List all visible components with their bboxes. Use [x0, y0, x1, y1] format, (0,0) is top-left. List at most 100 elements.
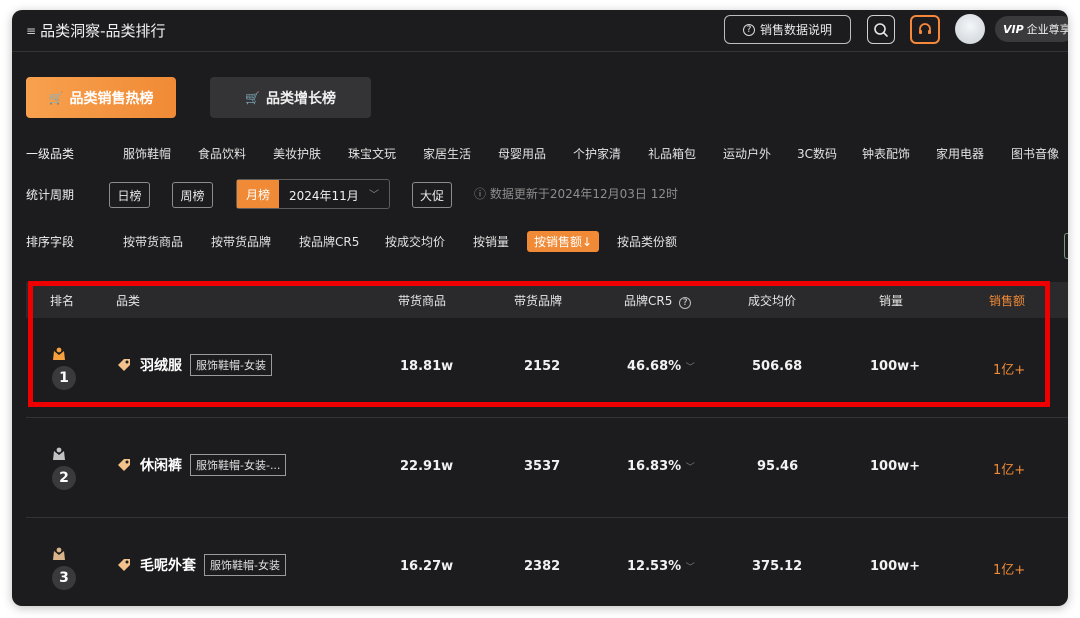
table-row[interactable]: 1 羽绒服 服饰鞋帽-女装 18.81w 2152 46.68% ﹀ 506.6…: [26, 318, 1068, 418]
column-header-volume[interactable]: 销量: [879, 292, 903, 309]
month-select[interactable]: 2024年11月: [289, 187, 359, 204]
chevron-down-icon: ﹀: [685, 363, 695, 373]
sort-option[interactable]: 按品类份额: [617, 233, 677, 250]
menu-icon[interactable]: ≡: [26, 24, 36, 38]
period-month-button[interactable]: 月榜: [237, 180, 279, 208]
category-name[interactable]: 休闲裤: [140, 455, 182, 475]
page-title-text: 品类洞察-品类排行: [40, 22, 166, 40]
chevron-down-icon[interactable]: ﹀: [369, 186, 379, 201]
brand-cr5-value: 46.68%: [627, 359, 682, 374]
sort-option[interactable]: 按带货商品: [123, 233, 183, 250]
brand-cr5-value: 16.83%: [627, 459, 682, 474]
rank-number: 1: [52, 366, 76, 390]
rank-number: 3: [52, 566, 76, 590]
category-name[interactable]: 羽绒服: [140, 355, 182, 375]
sort-option[interactable]: 按品牌CR5: [299, 233, 359, 250]
brand-count: 2152: [524, 359, 561, 374]
vip-badge[interactable]: VIP 企业尊享: [995, 16, 1068, 42]
category-option[interactable]: 食品饮料: [198, 145, 246, 162]
goods-count: 16.27w: [400, 559, 454, 574]
table-row[interactable]: 3 毛呢外套 服饰鞋帽-女装 16.27w 2382 12.53% ﹀ 375.…: [26, 518, 1068, 606]
sort-option[interactable]: 按销量: [473, 233, 509, 250]
category-cell: 毛呢外套 服饰鞋帽-女装: [116, 554, 286, 576]
search-icon: [874, 22, 888, 37]
tag-icon: [118, 559, 130, 571]
category-option[interactable]: 礼品箱包: [648, 145, 696, 162]
tag-icon: [118, 359, 130, 371]
sales-volume: 100w+: [870, 459, 921, 474]
chevron-down-icon: ﹀: [685, 463, 695, 473]
customer-service-button[interactable]: [910, 15, 940, 44]
brand-count: 2382: [524, 559, 561, 574]
tab-category-growth[interactable]: 🛒 品类增长榜: [210, 77, 371, 118]
brand-cr5[interactable]: 12.53% ﹀: [627, 559, 695, 574]
brand-cr5-value: 12.53%: [627, 559, 682, 574]
category-option[interactable]: 服饰鞋帽: [123, 145, 171, 162]
clock-icon: ⓘ: [474, 187, 487, 201]
page-title: ≡ 品类洞察-品类排行: [26, 20, 165, 41]
category-option[interactable]: 运动户外: [723, 145, 771, 162]
rank-cell: 3: [50, 546, 78, 590]
period-day-button[interactable]: 日榜: [109, 182, 150, 208]
category-option[interactable]: 珠宝文玩: [348, 145, 396, 162]
chevron-down-icon: ﹀: [685, 563, 695, 573]
user-avatar[interactable]: [955, 14, 985, 44]
data-update-text: 数据更新于2024年12月03日 12时: [489, 187, 679, 201]
column-header-brands[interactable]: 带货品牌: [514, 292, 562, 309]
category-option[interactable]: 家用电器: [936, 145, 984, 162]
avg-price: 95.46: [757, 459, 799, 474]
cart-icon: 🛒: [48, 90, 64, 105]
brand-cr5[interactable]: 16.83% ﹀: [627, 459, 695, 474]
rank-cell: 2: [50, 446, 78, 490]
tab-category-growth-label: 品类增长榜: [265, 90, 336, 107]
side-panel-handle[interactable]: [1064, 233, 1068, 259]
sort-option[interactable]: 按带货品牌: [211, 233, 271, 250]
column-header-sales[interactable]: 销售额: [989, 292, 1025, 309]
search-button[interactable]: [867, 15, 895, 44]
category-option[interactable]: 美妆护肤: [273, 145, 321, 162]
column-header-goods[interactable]: 带货商品: [398, 292, 446, 309]
brand-cr5[interactable]: 46.68% ﹀: [627, 359, 695, 374]
category-option[interactable]: 钟表配饰: [862, 145, 910, 162]
goods-count: 22.91w: [400, 459, 454, 474]
rank-badge-bronze-icon: [53, 547, 65, 560]
category-path-badge: 服饰鞋帽-女装: [190, 354, 272, 376]
rank-number: 2: [52, 466, 76, 490]
sales-volume: 100w+: [870, 359, 921, 374]
category-option[interactable]: 母婴用品: [498, 145, 546, 162]
sort-field-label: 排序字段: [26, 235, 75, 249]
category-option[interactable]: 3C数码: [797, 145, 837, 162]
app-window: ≡ 品类洞察-品类排行 ? 销售数据说明 VIP 企业尊享 🛒 品类销售热榜 🛒…: [12, 10, 1068, 606]
help-icon[interactable]: ?: [679, 297, 692, 309]
sort-option-active[interactable]: 按销售额↓: [527, 231, 600, 252]
category-name[interactable]: 毛呢外套: [140, 555, 196, 575]
table-row[interactable]: 2 休闲裤 服饰鞋帽-女装-... 22.91w 3537 16.83% ﹀ 9…: [26, 418, 1068, 518]
column-header-avg-price[interactable]: 成交均价: [748, 292, 796, 309]
brand-count: 3537: [524, 459, 561, 474]
goods-count: 18.81w: [400, 359, 454, 374]
sales-volume: 100w+: [870, 559, 921, 574]
vip-text: 企业尊享: [1026, 23, 1068, 36]
category-option[interactable]: 家居生活: [423, 145, 471, 162]
category-path-badge: 服饰鞋帽-女装: [204, 554, 286, 576]
period-week-button[interactable]: 周榜: [172, 182, 213, 208]
column-header-cr5[interactable]: 品牌CR5 ?: [624, 292, 692, 309]
rank-badge-silver-icon: [53, 447, 65, 460]
category-cell: 羽绒服 服饰鞋帽-女装: [116, 354, 272, 376]
tab-category-sales-hot-label: 品类销售热榜: [69, 90, 154, 107]
category-option[interactable]: 图书音像: [1011, 145, 1059, 162]
data-update-note: ⓘ 数据更新于2024年12月03日 12时: [474, 185, 678, 202]
category-option[interactable]: 个护家清: [573, 145, 621, 162]
category-path-badge: 服饰鞋帽-女装-...: [190, 454, 287, 476]
headset-icon: [919, 22, 931, 34]
sales-data-description-button[interactable]: ? 销售数据说明: [724, 15, 851, 44]
sales-amount: 1亿+: [993, 563, 1026, 578]
table-header: 排名 品类 带货商品 带货品牌 品牌CR5 ? 成交均价 销量 销售额: [26, 282, 1068, 318]
period-promo-button[interactable]: 大促: [412, 182, 452, 208]
rank-cell: 1: [50, 346, 78, 390]
tag-icon: [118, 459, 130, 471]
sales-amount: 1亿+: [993, 463, 1026, 478]
tab-category-sales-hot[interactable]: 🛒 品类销售热榜: [26, 77, 176, 118]
sort-option[interactable]: 按成交均价: [385, 233, 445, 250]
avg-price: 506.68: [752, 359, 803, 374]
